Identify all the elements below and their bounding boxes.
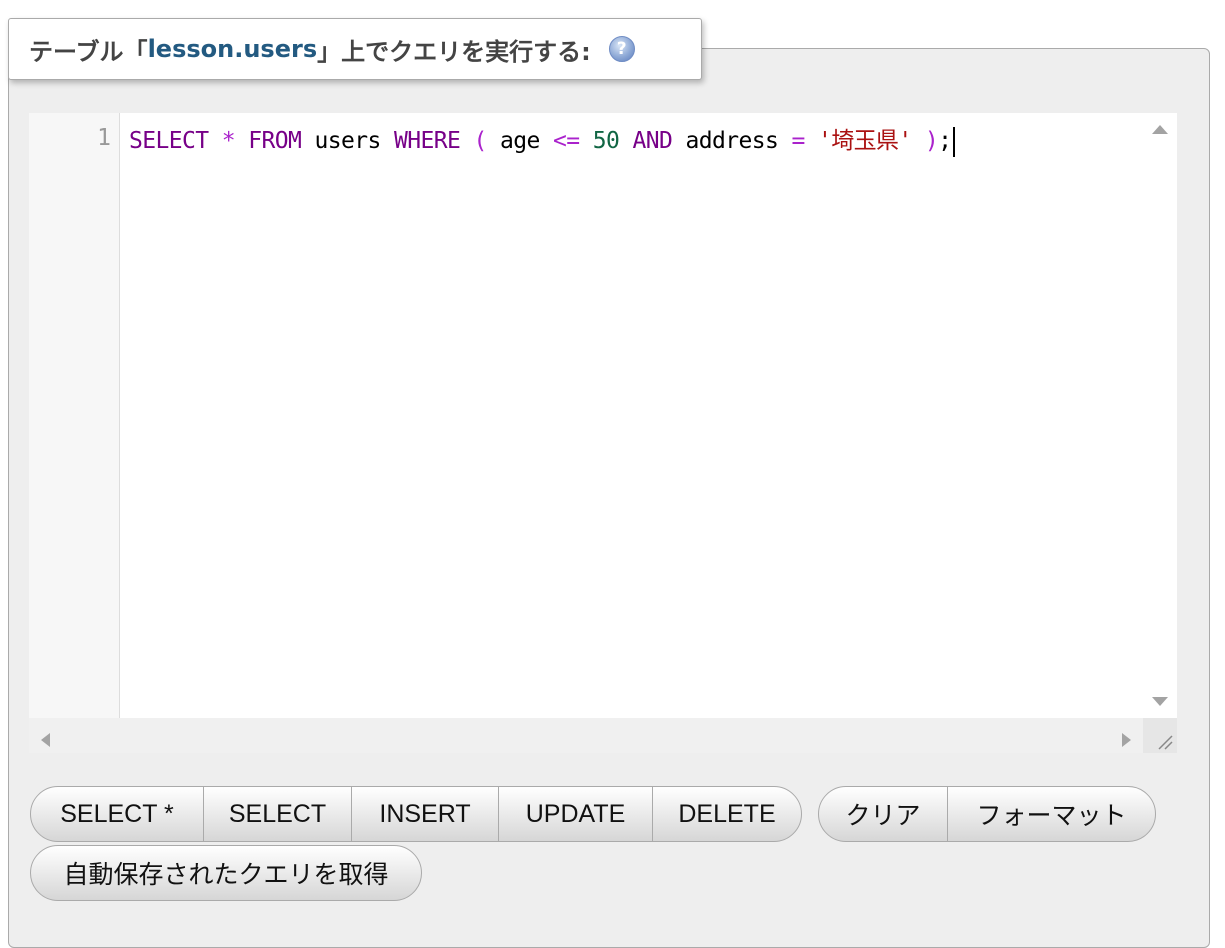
- token-bracket: (: [473, 128, 487, 154]
- line-number-gutter: 1: [29, 113, 120, 718]
- token-identifier: age: [486, 128, 553, 154]
- arrow-right-icon[interactable]: [1122, 733, 1131, 747]
- line-number: 1: [97, 125, 111, 151]
- select-all-button[interactable]: SELECT *: [31, 787, 204, 841]
- sql-editor[interactable]: 1 SELECT * FROM users WHERE ( age <= 50 …: [29, 113, 1177, 753]
- clear-button[interactable]: クリア: [819, 787, 948, 841]
- legend-table-name[interactable]: lesson.users: [148, 35, 318, 63]
- token-identifier: address: [672, 128, 792, 154]
- insert-button[interactable]: INSERT: [352, 787, 499, 841]
- delete-button[interactable]: DELETE: [653, 787, 801, 841]
- arrow-down-icon[interactable]: [1152, 697, 1168, 706]
- autosave-button-group: 自動保存されたクエリを取得: [30, 845, 422, 901]
- token-identifier: users: [301, 128, 394, 154]
- token-operator: <=: [552, 128, 580, 154]
- arrow-left-icon[interactable]: [41, 733, 50, 747]
- resize-handle[interactable]: [1143, 718, 1177, 753]
- help-icon[interactable]: ?: [608, 36, 635, 62]
- token-operator: *: [221, 128, 236, 154]
- editor-action-button-group: クリア フォーマット: [818, 786, 1156, 842]
- legend-suffix: 」上でクエリを実行する:: [317, 37, 591, 66]
- vertical-scrollbar[interactable]: [1143, 113, 1177, 718]
- sql-code-line[interactable]: SELECT * FROM users WHERE ( age <= 50 AN…: [129, 125, 956, 157]
- token-bracket: ): [924, 128, 939, 154]
- text-cursor: [953, 126, 956, 157]
- select-button[interactable]: SELECT: [204, 787, 352, 841]
- legend-prefix: テーブル「: [29, 37, 148, 66]
- query-template-button-group: SELECT * SELECT INSERT UPDATE DELETE: [30, 786, 802, 842]
- arrow-up-icon[interactable]: [1152, 125, 1168, 134]
- token-keyword: SELECT: [129, 128, 209, 154]
- token-keyword: AND: [632, 128, 673, 154]
- token-keyword: FROM: [248, 128, 302, 154]
- token-semicolon: ;: [938, 128, 952, 154]
- token-string: '埼玉県': [817, 128, 912, 154]
- update-button[interactable]: UPDATE: [499, 787, 653, 841]
- resize-grip-icon[interactable]: [1155, 732, 1173, 750]
- get-autosaved-query-button[interactable]: 自動保存されたクエリを取得: [31, 846, 421, 900]
- format-button[interactable]: フォーマット: [948, 787, 1155, 841]
- token-keyword: WHERE: [393, 128, 461, 154]
- token-number: 50: [592, 128, 620, 154]
- horizontal-scrollbar[interactable]: [29, 718, 1143, 753]
- token-operator: =: [791, 128, 805, 154]
- query-legend: テーブル「 lesson.users 」上でクエリを実行する: ?: [8, 18, 702, 80]
